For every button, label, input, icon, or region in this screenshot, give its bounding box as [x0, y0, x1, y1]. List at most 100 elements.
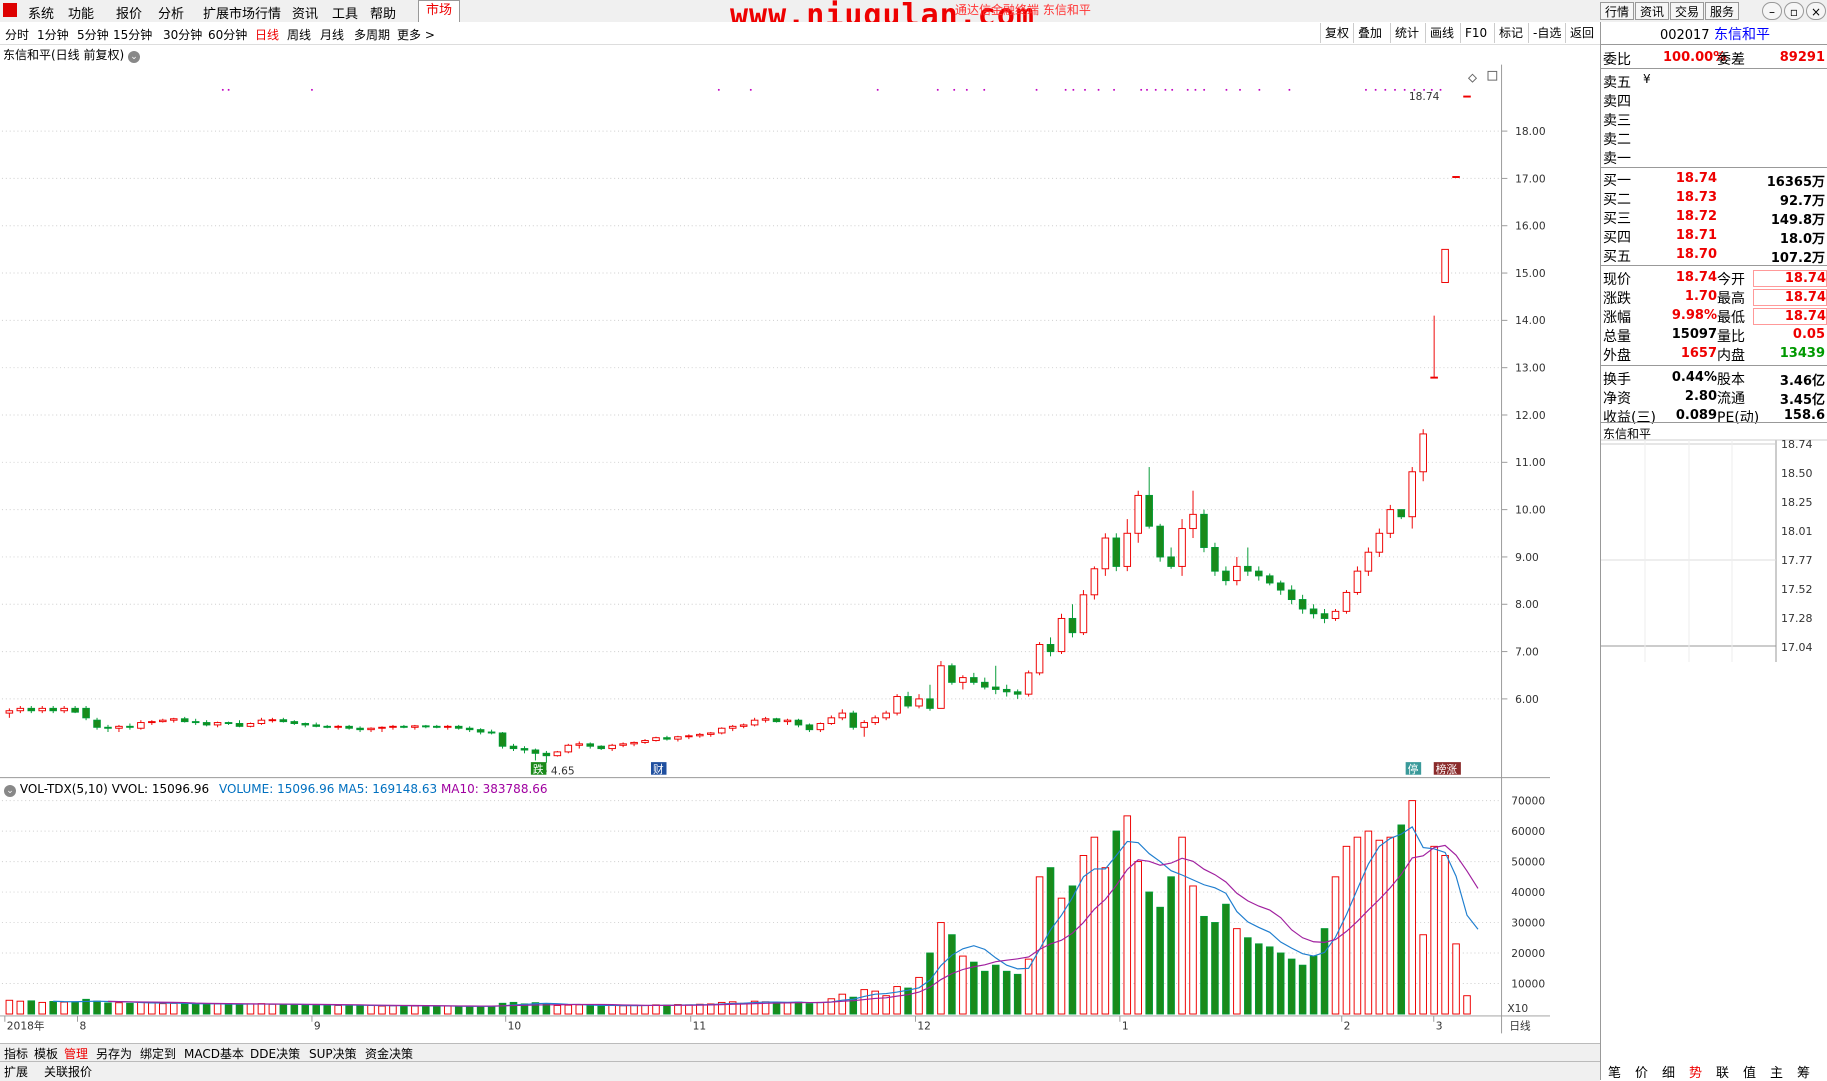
event-dot: [1439, 88, 1442, 91]
menu-item[interactable]: 功能: [68, 3, 94, 22]
period-tab[interactable]: 60分钟: [208, 26, 247, 43]
top-nav-button[interactable]: 服务: [1705, 2, 1739, 20]
period-tab[interactable]: 月线: [320, 26, 344, 43]
volume-bar: [586, 1005, 595, 1015]
right-panel-tab[interactable]: 细: [1662, 1062, 1675, 1081]
event-dot: [1171, 88, 1174, 91]
volume-bar: [5, 999, 14, 1015]
diamond-icon[interactable]: [1467, 73, 1478, 83]
volume-bar: [1156, 906, 1164, 1015]
indicator-tab[interactable]: 指标: [4, 1045, 28, 1062]
market-tab[interactable]: 市场: [418, 0, 460, 22]
kline-chart[interactable]: 18.0017.0016.0015.0014.0013.0012.0011.00…: [0, 44, 1550, 1054]
candle: [454, 724, 463, 730]
right-panel-tab[interactable]: 价: [1635, 1062, 1648, 1081]
event-dot: [1364, 88, 1367, 91]
chart-tool-button[interactable]: 叠加: [1353, 23, 1386, 43]
volume-bar: [422, 1005, 430, 1015]
volume-bar: [816, 1001, 825, 1015]
top-list-marker[interactable]: 榜涨: [1433, 762, 1461, 776]
ext-tab[interactable]: 扩展: [4, 1063, 28, 1080]
window-minimize-icon[interactable]: –: [1762, 2, 1782, 20]
fall-marker[interactable]: 跌: [530, 762, 547, 776]
top-nav-button[interactable]: 资讯: [1635, 2, 1669, 20]
right-panel-tab[interactable]: 势: [1689, 1062, 1702, 1081]
period-tab[interactable]: 多周期: [354, 26, 390, 43]
finance-marker[interactable]: 财: [651, 762, 667, 776]
period-tab[interactable]: 分时: [5, 26, 29, 43]
period-tab[interactable]: 日线: [255, 26, 279, 43]
menu-item[interactable]: 分析: [158, 3, 184, 22]
chart-tool-button[interactable]: F10: [1460, 23, 1491, 43]
indicator-tab[interactable]: MACD基本: [184, 1045, 244, 1062]
volume-bar: [926, 952, 934, 1015]
period-tab[interactable]: 30分钟: [163, 26, 202, 43]
period-tab[interactable]: 15分钟: [113, 26, 152, 43]
candle: [1134, 490, 1142, 543]
indicator-tab[interactable]: 绑定到: [140, 1045, 176, 1062]
mini-chart[interactable]: 18.74 18.50 18.25 18.01 17.77 17.52 17.28 17.04…: [1601, 22, 1827, 662]
period-tab[interactable]: 5分钟: [77, 26, 109, 43]
quote-panel: 002017 东信和平 委比 100.00% 委差 89291 卖五 ¥ 卖四 卖三卖…: [1600, 22, 1827, 1080]
window-close-icon[interactable]: ×: [1806, 2, 1826, 20]
price-axis-label: 8.00: [1515, 598, 1539, 611]
candle: [235, 720, 244, 728]
volume-bar: [1233, 928, 1241, 1015]
top-nav-button[interactable]: 行情: [1600, 2, 1634, 20]
volume-bar: [290, 1004, 299, 1015]
right-panel-tab[interactable]: 筹: [1797, 1062, 1810, 1081]
event-dot: [1258, 88, 1261, 91]
candle: [652, 736, 660, 742]
app-logo-icon[interactable]: [3, 3, 17, 17]
chart-tool-button[interactable]: 标记: [1494, 23, 1527, 43]
right-panel-tab[interactable]: 联: [1716, 1062, 1729, 1081]
menu-item[interactable]: 系统: [28, 3, 54, 22]
candle: [1441, 248, 1449, 283]
chevron-down-icon[interactable]: ⌄: [4, 785, 16, 797]
volume-bar: [312, 1004, 321, 1015]
right-panel-tab[interactable]: 值: [1743, 1062, 1756, 1081]
panel-toggle-icon[interactable]: [1487, 70, 1498, 81]
chart-tool-button[interactable]: 统计: [1390, 23, 1423, 43]
menu-item[interactable]: 帮助: [370, 3, 396, 22]
volume-bar: [356, 1005, 364, 1015]
candle: [180, 716, 189, 723]
indicator-tab[interactable]: 管理: [64, 1045, 88, 1062]
volume-bar: [1342, 845, 1351, 1015]
right-panel-tab[interactable]: 笔: [1608, 1062, 1621, 1081]
candle: [783, 718, 792, 725]
period-tab[interactable]: 1分钟: [37, 26, 69, 43]
menu-item[interactable]: 资讯: [292, 3, 318, 22]
menu-item[interactable]: 工具: [332, 3, 358, 22]
candle: [619, 742, 627, 748]
candle: [268, 717, 277, 723]
chart-tool-button[interactable]: -自选: [1528, 23, 1565, 43]
candle: [1101, 533, 1110, 576]
candle: [5, 708, 14, 718]
indicator-tab[interactable]: 资金决策: [365, 1045, 413, 1062]
candle: [60, 705, 68, 714]
period-tab[interactable]: 周线: [287, 26, 311, 43]
volume-bar: [224, 1004, 233, 1015]
indicator-tab[interactable]: DDE决策: [250, 1045, 300, 1062]
chart-tool-button[interactable]: 画线: [1425, 23, 1458, 43]
indicator-tab[interactable]: SUP决策: [309, 1045, 357, 1062]
indicator-tab[interactable]: 模板: [34, 1045, 58, 1062]
top-nav-button[interactable]: 交易: [1670, 2, 1704, 20]
volume-bar: [641, 1004, 649, 1015]
event-dot: [1154, 88, 1157, 91]
halt-marker[interactable]: 停: [1405, 762, 1422, 776]
indicator-tab[interactable]: 另存为: [96, 1045, 132, 1062]
candle: [816, 722, 825, 733]
chart-tool-button[interactable]: 返回: [1565, 23, 1598, 43]
ext-tab[interactable]: 关联报价: [44, 1063, 92, 1080]
window-restore-icon[interactable]: ▫: [1784, 2, 1804, 20]
menu-item[interactable]: 报价: [116, 3, 142, 22]
chart-tool-button[interactable]: 复权: [1320, 23, 1353, 43]
volume-bar: [652, 1004, 660, 1015]
candle: [323, 724, 331, 729]
period-tab[interactable]: 更多 >: [397, 26, 435, 43]
right-panel-tab[interactable]: 主: [1770, 1062, 1783, 1081]
menu-item[interactable]: 扩展市场行情: [203, 3, 281, 22]
price-axis-label: 12.00: [1515, 409, 1546, 422]
